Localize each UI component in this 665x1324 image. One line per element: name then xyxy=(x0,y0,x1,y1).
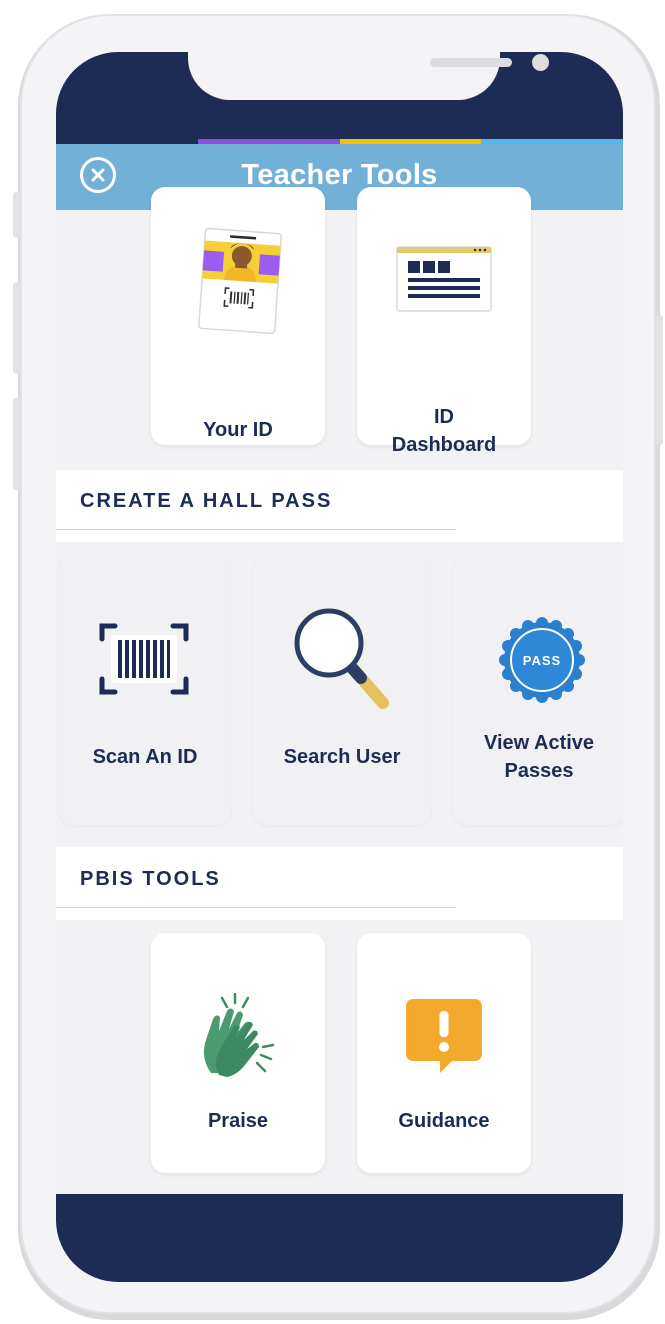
pbis-section-title: PBIS TOOLS xyxy=(80,868,221,890)
pbis-divider xyxy=(56,907,456,908)
praise-card[interactable]: Praise xyxy=(151,933,325,1173)
page-title: Teacher Tools xyxy=(241,158,438,191)
id-tools-section xyxy=(56,210,623,470)
phone-power-button xyxy=(655,315,663,445)
scan-id-card[interactable]: Scan An ID xyxy=(59,555,231,825)
dashboard-icon xyxy=(396,246,492,312)
pbis-section xyxy=(56,920,623,1194)
your-id-card[interactable]: Your ID xyxy=(151,187,325,445)
camera xyxy=(532,54,549,71)
search-user-card[interactable]: Search User xyxy=(253,555,431,825)
hall-pass-section-title: CREATE A HALL PASS xyxy=(80,490,333,512)
guidance-card[interactable]: Guidance xyxy=(357,933,531,1173)
hall-pass-divider xyxy=(56,529,456,530)
phone-volume-down xyxy=(13,398,21,490)
exclamation-bubble-icon xyxy=(406,999,482,1073)
id-dashboard-label: ID Dashboard xyxy=(391,406,497,456)
phone-screen: Teacher Tools Your ID ID Dashboard CREAT… xyxy=(56,52,623,1282)
phone-notch xyxy=(188,52,549,100)
close-button[interactable] xyxy=(80,157,116,193)
phone-volume-up xyxy=(13,282,21,374)
phone-side-button xyxy=(13,192,21,238)
view-active-passes-card[interactable]: PASS View Active Passes xyxy=(453,555,623,825)
bottom-bar xyxy=(56,1194,623,1282)
pass-badge-icon: PASS xyxy=(499,617,585,703)
praise-label: Praise xyxy=(207,1110,269,1132)
search-user-label: Search User xyxy=(283,746,401,768)
id-dashboard-card[interactable]: ID Dashboard xyxy=(357,187,531,456)
clapping-hands-icon xyxy=(203,993,275,1077)
guidance-label: Guidance xyxy=(398,1110,490,1132)
barcode-scan-icon xyxy=(99,623,189,695)
close-icon xyxy=(91,168,105,182)
magnifier-icon xyxy=(294,608,389,709)
view-active-passes-label: View Active Passes xyxy=(483,732,595,782)
header-bar: Teacher Tools xyxy=(56,144,623,210)
scan-id-label: Scan An ID xyxy=(92,746,198,768)
id-card-icon xyxy=(198,227,283,335)
pass-badge-text: PASS xyxy=(523,653,561,668)
speaker xyxy=(430,58,512,67)
your-id-label: Your ID xyxy=(203,419,273,441)
